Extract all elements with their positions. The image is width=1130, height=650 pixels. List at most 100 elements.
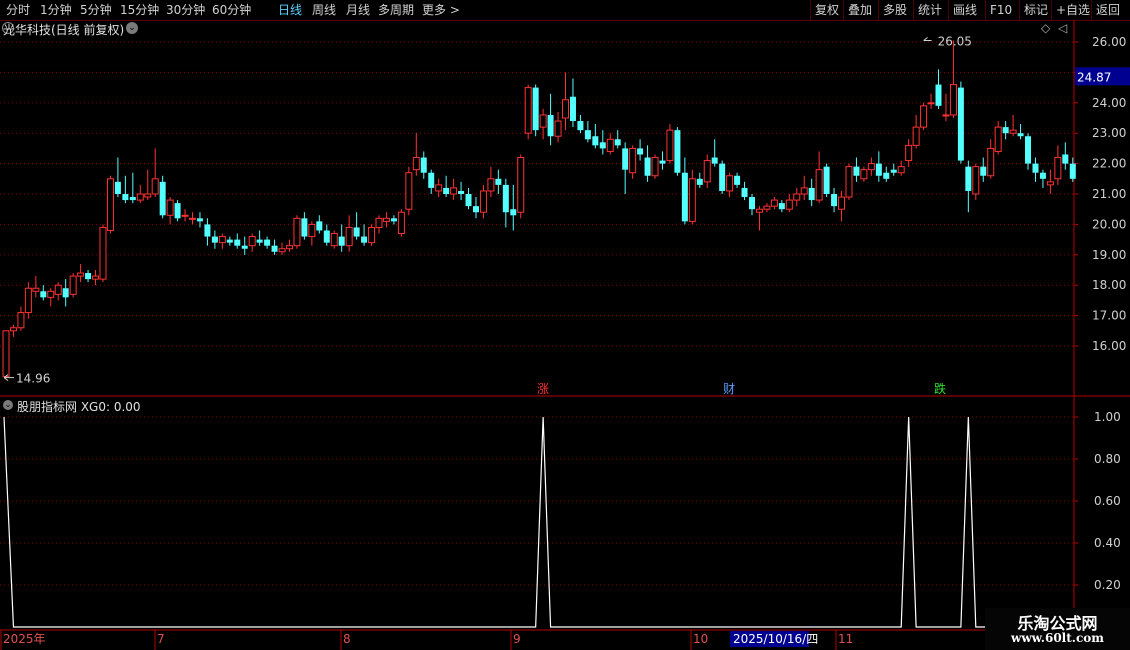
candle-body-up <box>726 175 734 192</box>
candle-body-up <box>562 99 569 119</box>
event-marker-2: 跌 <box>934 381 946 396</box>
candle-body-down <box>547 114 554 137</box>
main-tick-label: 17.00 <box>1092 309 1126 323</box>
indicator-title: 股朋指标网 XG0: 0.00 <box>17 400 141 414</box>
candle-body-down <box>122 194 129 201</box>
candle-body-down <box>577 121 584 131</box>
candle-body-down <box>674 130 681 173</box>
candle-body-down <box>234 239 241 246</box>
candle-body-up <box>949 84 957 116</box>
candle-body-up <box>785 199 793 210</box>
candle-body-down <box>420 157 427 173</box>
candle-body-up <box>920 105 928 128</box>
candle-body-up <box>845 166 853 198</box>
candle-body-down <box>599 142 606 149</box>
main-tick-label: 22.00 <box>1092 157 1126 171</box>
candle-body-up <box>32 287 40 292</box>
candle-body-up <box>1009 129 1017 134</box>
candle-body-up <box>688 178 696 222</box>
candle-body-down <box>196 218 203 222</box>
candle-body-down <box>778 203 785 210</box>
candle-body-down <box>957 87 964 161</box>
candle-body-up <box>382 217 390 222</box>
candle-body-down <box>935 84 942 106</box>
candle-body-down <box>1017 133 1024 137</box>
candle-body-down <box>659 160 666 164</box>
diamond-icon[interactable]: ◇ <box>1041 21 1050 35</box>
watermark-line2: www.60lt.com <box>1011 631 1104 645</box>
indicator-toggle-icon[interactable]: ⌄ <box>3 400 13 410</box>
candle-body-down <box>592 136 599 146</box>
candle-body-up <box>435 184 443 192</box>
candle-body-down <box>465 194 472 207</box>
candle-body-up <box>375 217 383 228</box>
candle-body-up <box>987 147 995 177</box>
candle-body-down <box>256 239 263 243</box>
candle-body-down <box>428 172 435 188</box>
candle-body-down <box>749 197 755 210</box>
candle-body-down <box>532 87 539 131</box>
candle-body-up <box>151 178 159 195</box>
candle-body-up <box>450 187 458 195</box>
candle-body-up <box>412 157 420 171</box>
low-marker-label: 14.96 <box>16 372 50 386</box>
candle-body-up <box>972 166 980 195</box>
candle-body-down <box>831 194 838 207</box>
candle-body-up <box>763 205 771 210</box>
candle-body-down <box>584 130 591 140</box>
watermark: 乐淘公式网 www.60lt.com <box>985 608 1130 650</box>
candle-body-up <box>927 102 935 105</box>
candle-body-up <box>629 147 637 174</box>
date-label-5: 11 <box>838 632 853 646</box>
indicator-tick-label: 0.40 <box>1094 536 1121 550</box>
candle-body-down <box>965 166 972 191</box>
candle-body-down <box>264 239 271 246</box>
candle-body-up <box>651 157 659 177</box>
candle-body-down <box>719 163 726 191</box>
candle-body-up <box>1046 181 1054 186</box>
candle-body-up <box>703 160 711 183</box>
candle-body-down <box>211 236 218 243</box>
candle-body-up <box>166 199 174 216</box>
candle-body-down <box>241 245 248 249</box>
candle-body-down <box>1025 136 1032 164</box>
candle-body-up <box>136 193 144 201</box>
candle-body-up <box>838 196 846 210</box>
candle-body-down <box>823 166 830 194</box>
main-tick-label: 19.00 <box>1092 248 1126 262</box>
stock-chart[interactable]: 26.0025.0024.0023.0022.0021.0020.0019.00… <box>0 0 1130 650</box>
candle-body-up <box>755 208 763 213</box>
indicator-tick-label: 1.00 <box>1094 410 1121 424</box>
current-price-label: 24.87 <box>1077 70 1111 84</box>
candle-body-up <box>99 226 107 280</box>
high-marker-arrow <box>923 37 932 41</box>
candle-body-down <box>129 197 136 201</box>
title-dropdown-icon[interactable]: ⌄ <box>126 22 138 34</box>
candle-body-down <box>338 236 345 246</box>
candle-body-down <box>510 209 517 216</box>
candle-body-up <box>189 217 196 220</box>
candle-body-up <box>867 163 875 171</box>
candle-body-up <box>9 327 17 332</box>
candle-body-down <box>271 245 278 252</box>
main-tick-label: 24.00 <box>1092 96 1126 110</box>
candle-body-down <box>681 172 688 222</box>
candle-body-up <box>479 190 487 213</box>
main-tick-label: 20.00 <box>1092 217 1126 231</box>
main-tick-label: 18.00 <box>1092 278 1126 292</box>
candle-body-down <box>1069 163 1076 179</box>
candle-body-down <box>890 169 897 173</box>
candle-body-up <box>524 87 532 134</box>
main-tick-label: 26.00 <box>1092 35 1126 49</box>
date-label-4: 10 <box>693 632 708 646</box>
candle-body-up <box>278 248 286 253</box>
candle-body-up <box>994 126 1002 152</box>
candle-body-down <box>443 187 450 194</box>
candle-body-down <box>316 221 323 231</box>
date-label-0: 2025年 <box>3 632 46 646</box>
candle-body-up <box>487 178 495 192</box>
candle-body-up <box>330 233 338 247</box>
candle-body-up <box>815 169 823 201</box>
candle-body-up <box>397 211 405 235</box>
collapse-icon[interactable]: ◁ <box>1058 21 1067 35</box>
